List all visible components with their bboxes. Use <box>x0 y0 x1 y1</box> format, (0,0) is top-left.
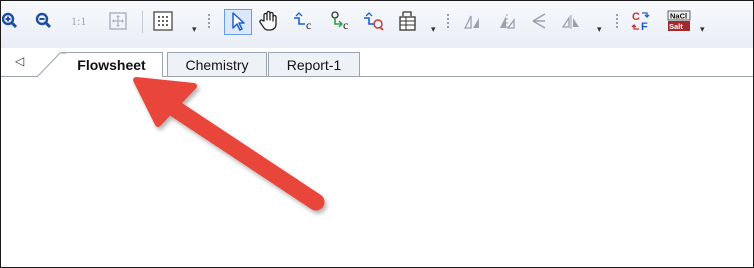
stream-label-icon[interactable] <box>360 9 386 33</box>
toolbar-grip <box>616 13 618 29</box>
tab-flowsheet-label: Flowsheet <box>77 57 146 73</box>
salt-dropdown-icon[interactable]: ▾ <box>700 25 705 34</box>
table-icon[interactable] <box>395 9 421 33</box>
tab-report-1-label: Report-1 <box>286 56 342 73</box>
toolbar-grip <box>447 13 449 29</box>
toolbar: 1:1 ▾ c c ▾ ▾ C F NaCl Salt ▾ <box>1 1 753 48</box>
toolbar-grip <box>208 13 210 29</box>
zoom-reset-button[interactable]: 1:1 <box>71 14 86 29</box>
flowsheet-canvas[interactable] <box>1 77 753 267</box>
tab-edge <box>36 52 66 77</box>
grid-dropdown-icon[interactable]: ▾ <box>192 25 197 34</box>
mirror-icon[interactable] <box>559 9 583 33</box>
svg-text:c: c <box>306 18 311 32</box>
zoom-out-icon[interactable] <box>34 9 54 33</box>
svg-text:F: F <box>641 21 648 33</box>
svg-text:NaCl: NaCl <box>670 12 687 21</box>
pan-hand-icon[interactable] <box>256 9 282 33</box>
svg-text:C: C <box>632 11 640 23</box>
select-pointer-icon[interactable] <box>226 9 250 33</box>
stream-icon[interactable]: c <box>290 9 316 33</box>
mirror-dropdown-icon[interactable]: ▾ <box>597 25 602 34</box>
rotate-icon[interactable] <box>527 9 551 33</box>
nacl-salt-icon[interactable]: NaCl Salt <box>665 9 693 33</box>
svg-text:c: c <box>343 18 348 32</box>
zoom-fit-icon[interactable] <box>107 9 129 33</box>
tab-chemistry[interactable]: Chemistry <box>167 52 267 76</box>
zoom-in-icon[interactable] <box>1 9 21 33</box>
toolbar-separator <box>142 11 143 33</box>
tab-report-1[interactable]: Report-1 <box>268 52 360 76</box>
align-icon[interactable] <box>460 9 484 33</box>
svg-text:Salt: Salt <box>669 22 683 31</box>
connect-icon[interactable]: c <box>326 9 352 33</box>
application-window: 1:1 ▾ c c ▾ ▾ C F NaCl Salt ▾ ◁ Flowshee… <box>0 0 754 268</box>
grid-icon[interactable] <box>151 9 175 33</box>
table-dropdown-icon[interactable]: ▾ <box>431 25 436 34</box>
tab-flowsheet[interactable]: Flowsheet <box>61 52 163 77</box>
units-convert-icon[interactable]: CF <box>628 9 654 33</box>
tab-strip: ◁ Flowsheet Chemistry Report-1 <box>1 48 753 77</box>
tab-chemistry-label: Chemistry <box>185 56 249 73</box>
flip-icon[interactable] <box>495 9 519 33</box>
tab-scroll-left-icon[interactable]: ◁ <box>15 54 24 68</box>
